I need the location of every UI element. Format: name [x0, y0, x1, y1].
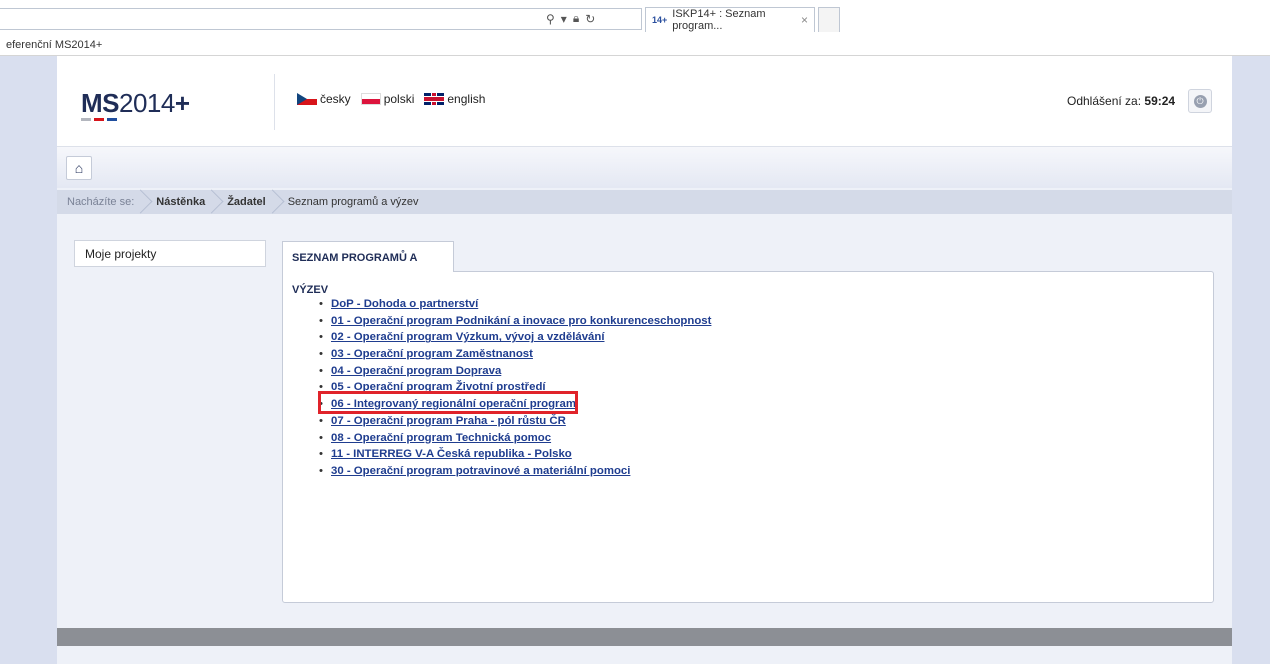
language-label: polski	[383, 92, 415, 106]
list-item: 05 - Operační program Životní prostředí	[317, 379, 711, 396]
main-toolbar: ⌂	[57, 146, 1232, 188]
dropdown-icon[interactable]: ▾	[561, 12, 567, 26]
tab-seznam-programu[interactable]: SEZNAM PROGRAMŮ A VÝZEV	[282, 241, 454, 296]
logo-prefix: MS	[81, 88, 120, 118]
program-link-05[interactable]: 05 - Operační program Životní prostředí	[331, 381, 546, 393]
header-divider	[274, 74, 275, 130]
breadcrumb-prefix: Nacházíte se:	[57, 190, 146, 214]
programs-panel: DoP - Dohoda o partnerství 01 - Operační…	[282, 271, 1214, 603]
home-icon: ⌂	[74, 160, 84, 176]
program-link-07[interactable]: 07 - Operační program Praha - pól růstu …	[331, 415, 566, 427]
logout-button[interactable]: ⏻	[1188, 89, 1212, 113]
language-english[interactable]: english	[424, 92, 485, 106]
language-polish[interactable]: polski	[360, 92, 415, 106]
list-item: 06 - Integrovaný regionální operační pro…	[317, 396, 711, 413]
power-icon: ⏻	[1193, 94, 1207, 108]
page-background: MS2014+ česky polski english Odhlášení z…	[10, 56, 1250, 664]
language-switcher: česky polski english	[297, 92, 485, 106]
list-item: 04 - Operační program Doprava	[317, 363, 711, 380]
list-item: DoP - Dohoda o partnerství	[317, 296, 711, 313]
logo-year: 2014	[119, 88, 175, 118]
favorites-bar: eferenční MS2014+	[0, 36, 1270, 56]
list-item: 01 - Operační program Podnikání a inovac…	[317, 313, 711, 330]
logo-bars	[81, 118, 117, 121]
czech-flag-icon	[297, 93, 317, 105]
program-link-dop[interactable]: DoP - Dohoda o partnerství	[331, 298, 478, 310]
program-link-08[interactable]: 08 - Operační program Technická pomoc	[331, 432, 551, 444]
list-item: 07 - Operační program Praha - pól růstu …	[317, 413, 711, 430]
program-link-01[interactable]: 01 - Operační program Podnikání a inovac…	[331, 315, 711, 327]
program-link-30[interactable]: 30 - Operační program potravinové a mate…	[331, 465, 630, 477]
browser-tab-title: ISKP14+ : Seznam program...	[672, 8, 766, 32]
footer-bar	[57, 628, 1232, 646]
program-list: DoP - Dohoda o partnerství 01 - Operační…	[317, 296, 711, 480]
uk-flag-icon	[424, 93, 445, 105]
logo-bar-red	[94, 118, 104, 121]
browser-tab[interactable]: 14+ ISKP14+ : Seznam program... ×	[645, 7, 815, 32]
lock-icon[interactable]: 🔒︎	[573, 11, 579, 26]
list-item: 11 - INTERREG V-A Česká republika - Pols…	[317, 446, 711, 463]
browser-toolbar: ⚲ ▾ 🔒︎ ↻ 14+ ISKP14+ : Seznam program...…	[0, 0, 1270, 36]
list-item: 08 - Operační program Technická pomoc	[317, 430, 711, 447]
breadcrumb: Nacházíte se: Nástěnka Žadatel Seznam pr…	[57, 190, 1232, 214]
logo[interactable]: MS2014+	[81, 88, 190, 119]
language-label: english	[447, 92, 486, 106]
refresh-icon[interactable]: ↻	[585, 12, 595, 26]
close-tab-icon[interactable]: ×	[801, 13, 808, 27]
polish-flag-icon	[360, 93, 381, 105]
program-link-11[interactable]: 11 - INTERREG V-A Česká republika - Pols…	[331, 448, 572, 460]
logout-label: Odhlášení za:	[1067, 94, 1142, 108]
list-item: 30 - Operační program potravinové a mate…	[317, 463, 711, 480]
address-icons: ⚲ ▾ 🔒︎ ↻	[546, 11, 595, 26]
search-icon[interactable]: ⚲	[546, 12, 555, 26]
program-link-04[interactable]: 04 - Operační program Doprava	[331, 365, 501, 377]
logo-bar-grey	[81, 118, 91, 121]
sidebar-item-moje-projekty[interactable]: Moje projekty	[74, 240, 266, 267]
language-czech[interactable]: česky	[297, 92, 351, 106]
site-favicon-icon: 14+	[652, 15, 668, 25]
app-header: MS2014+ česky polski english Odhlášení z…	[57, 56, 1232, 146]
breadcrumb-item-zadatel[interactable]: Žadatel	[217, 190, 278, 214]
logout-time: 59:24	[1144, 94, 1176, 108]
app-container: MS2014+ česky polski english Odhlášení z…	[57, 56, 1232, 664]
language-label: česky	[320, 92, 351, 106]
home-button[interactable]: ⌂	[66, 156, 92, 180]
logout-timer: Odhlášení za: 59:24	[1067, 94, 1175, 108]
list-item: 03 - Operační program Zaměstnanost	[317, 346, 711, 363]
logo-bar-blue	[107, 118, 117, 121]
logo-plus: +	[174, 88, 190, 118]
breadcrumb-item-nastenka[interactable]: Nástěnka	[146, 190, 217, 214]
new-tab-button[interactable]	[818, 7, 840, 32]
address-bar[interactable]: ⚲ ▾ 🔒︎ ↻	[0, 8, 642, 30]
program-link-06[interactable]: 06 - Integrovaný regionální operační pro…	[331, 398, 576, 410]
breadcrumb-item-current: Seznam programů a výzev	[287, 196, 419, 208]
list-item: 02 - Operační program Výzkum, vývoj a vz…	[317, 329, 711, 346]
program-link-03[interactable]: 03 - Operační program Zaměstnanost	[331, 348, 533, 360]
program-link-02[interactable]: 02 - Operační program Výzkum, vývoj a vz…	[331, 331, 605, 343]
favorite-link[interactable]: eferenční MS2014+	[6, 39, 102, 51]
